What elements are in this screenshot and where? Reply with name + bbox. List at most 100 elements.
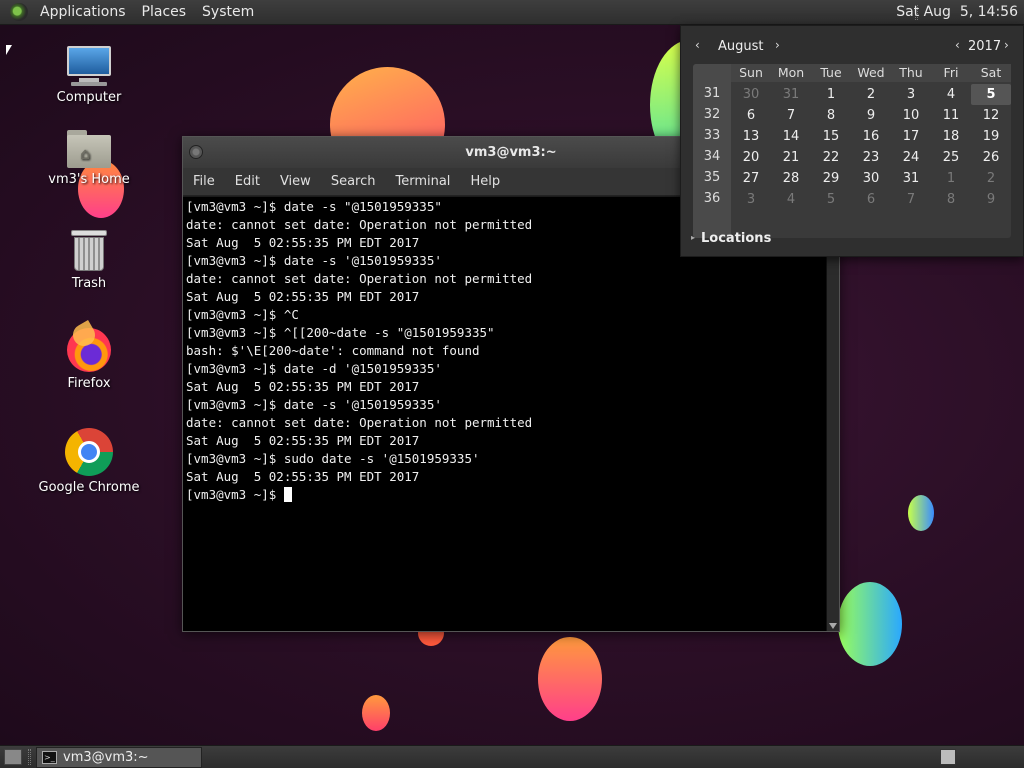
trash-icon (71, 230, 107, 272)
calendar-popup: ‹ August › ‹ 2017 › 31 32 33 34 35 36 Sun Mon T… (680, 25, 1024, 257)
calendar-day[interactable]: 25 (931, 147, 971, 168)
taskbar-item-terminal[interactable]: >_ vm3@vm3:~ (36, 747, 202, 768)
prev-month-icon[interactable]: ‹ (695, 38, 700, 52)
calendar-day[interactable]: 8 (931, 189, 971, 210)
applications-menu[interactable]: Applications (32, 4, 134, 20)
desktop-icon-label: vm3's Home (48, 172, 130, 187)
locations-expander[interactable]: ▸ Locations (691, 231, 771, 246)
calendar-day[interactable]: 31 (771, 84, 811, 105)
places-menu[interactable]: Places (134, 4, 195, 20)
menu-view[interactable]: View (270, 174, 321, 189)
terminal-line: [vm3@vm3 ~]$ date -s '@1501959335' (186, 397, 442, 412)
calendar-day[interactable]: 3 (731, 189, 771, 210)
gnome-logo-icon[interactable] (10, 3, 28, 21)
desktop-icon-trash[interactable]: Trash (34, 230, 144, 291)
calendar-day[interactable]: 5 (811, 189, 851, 210)
decor-bubble (908, 495, 934, 531)
terminal-prompt-line[interactable]: [vm3@vm3 ~]$ (186, 486, 824, 504)
home-folder-icon: ⌂ (67, 130, 111, 168)
calendar-day[interactable]: 28 (771, 168, 811, 189)
firefox-icon (67, 328, 111, 372)
calendar-day[interactable]: 4 (771, 189, 811, 210)
calendar-day[interactable]: 5 (971, 84, 1011, 105)
calendar-day[interactable]: 21 (771, 147, 811, 168)
desktop-icon-label: Firefox (67, 376, 111, 391)
workspace-switcher[interactable] (940, 749, 956, 765)
calendar-day[interactable]: 30 (731, 84, 771, 105)
decor-bubble (838, 582, 902, 666)
calendar-day[interactable]: 6 (731, 105, 771, 126)
terminal-line: Sat Aug 5 02:55:35 PM EDT 2017 (186, 433, 420, 448)
calendar-day[interactable]: 2 (851, 84, 891, 105)
week-number: 36 (703, 191, 721, 206)
week-number-column: 31 32 33 34 35 36 (693, 64, 731, 238)
terminal-line: [vm3@vm3 ~]$ ^C (186, 307, 299, 322)
desktop-icon-chrome[interactable]: Google Chrome (34, 428, 144, 495)
computer-icon (65, 46, 113, 86)
desktop-icon-home[interactable]: ⌂ vm3's Home (34, 130, 144, 187)
show-desktop-icon[interactable] (4, 749, 22, 765)
calendar-day[interactable]: 19 (971, 126, 1011, 147)
terminal-line: date: cannot set date: Operation not per… (186, 271, 533, 286)
calendar-day[interactable]: 11 (931, 105, 971, 126)
calendar-day[interactable]: 18 (931, 126, 971, 147)
calendar-day[interactable]: 13 (731, 126, 771, 147)
calendar-day[interactable]: 12 (971, 105, 1011, 126)
menu-help[interactable]: Help (460, 174, 510, 189)
mouse-pointer-icon (6, 45, 12, 55)
scroll-down-arrow-icon[interactable] (829, 623, 837, 629)
next-month-icon[interactable]: › (775, 38, 780, 52)
top-panel: Applications Places System Sat Aug 5, 14… (0, 0, 1024, 25)
calendar-day[interactable]: 2 (971, 168, 1011, 189)
prev-year-icon[interactable]: ‹ (955, 38, 960, 52)
calendar-day[interactable]: 1 (931, 168, 971, 189)
terminal-line: bash: $'\E[200~date': command not found (186, 343, 480, 358)
calendar-day[interactable]: 31 (891, 168, 931, 189)
menu-terminal[interactable]: Terminal (385, 174, 460, 189)
calendar-day[interactable]: 27 (731, 168, 771, 189)
calendar-day[interactable]: 3 (891, 84, 931, 105)
calendar-day[interactable]: 24 (891, 147, 931, 168)
menu-search[interactable]: Search (321, 174, 386, 189)
clock-applet[interactable]: Sat Aug 5, 14:56 (896, 4, 1018, 20)
week-number: 35 (703, 170, 721, 185)
next-year-icon[interactable]: › (1004, 38, 1009, 52)
day-of-week-label: Thu (899, 65, 923, 80)
calendar-day[interactable]: 23 (851, 147, 891, 168)
expander-arrow-icon: ▸ (691, 233, 696, 242)
system-menu[interactable]: System (194, 4, 262, 20)
terminal-output[interactable]: [vm3@vm3 ~]$ date -s "@1501959335" date: … (183, 197, 827, 631)
calendar-day[interactable]: 29 (811, 168, 851, 189)
calendar-day[interactable]: 17 (891, 126, 931, 147)
day-of-week-label: Fri (943, 65, 959, 80)
calendar-day[interactable]: 26 (971, 147, 1011, 168)
terminal-line: Sat Aug 5 02:55:35 PM EDT 2017 (186, 289, 420, 304)
calendar-day[interactable]: 15 (811, 126, 851, 147)
desktop-icon-label: Google Chrome (38, 480, 140, 495)
desktop-icon-computer[interactable]: Computer (34, 46, 144, 105)
calendar-day[interactable]: 30 (851, 168, 891, 189)
terminal-line: date: cannot set date: Operation not per… (186, 415, 533, 430)
calendar-day[interactable]: 8 (811, 105, 851, 126)
day-of-week-label: Mon (777, 65, 805, 80)
calendar-day[interactable]: 7 (891, 189, 931, 210)
menu-file[interactable]: File (183, 174, 225, 189)
terminal-scrollbar[interactable] (826, 197, 839, 631)
calendar-day[interactable]: 9 (971, 189, 1011, 210)
calendar-day[interactable]: 6 (851, 189, 891, 210)
calendar-day[interactable]: 14 (771, 126, 811, 147)
calendar-day[interactable]: 4 (931, 84, 971, 105)
calendar-day[interactable]: 10 (891, 105, 931, 126)
calendar-day[interactable]: 20 (731, 147, 771, 168)
terminal-prompt: [vm3@vm3 ~]$ (186, 487, 284, 502)
day-of-week-label: Wed (857, 65, 885, 80)
calendar-day[interactable]: 1 (811, 84, 851, 105)
desktop-icon-firefox[interactable]: Firefox (34, 328, 144, 391)
calendar-day[interactable]: 9 (851, 105, 891, 126)
calendar-day[interactable]: 22 (811, 147, 851, 168)
desktop-icon-label: Trash (71, 276, 107, 291)
menu-edit[interactable]: Edit (225, 174, 270, 189)
calendar-day[interactable]: 7 (771, 105, 811, 126)
window-menu-icon[interactable] (189, 145, 203, 159)
calendar-day[interactable]: 16 (851, 126, 891, 147)
